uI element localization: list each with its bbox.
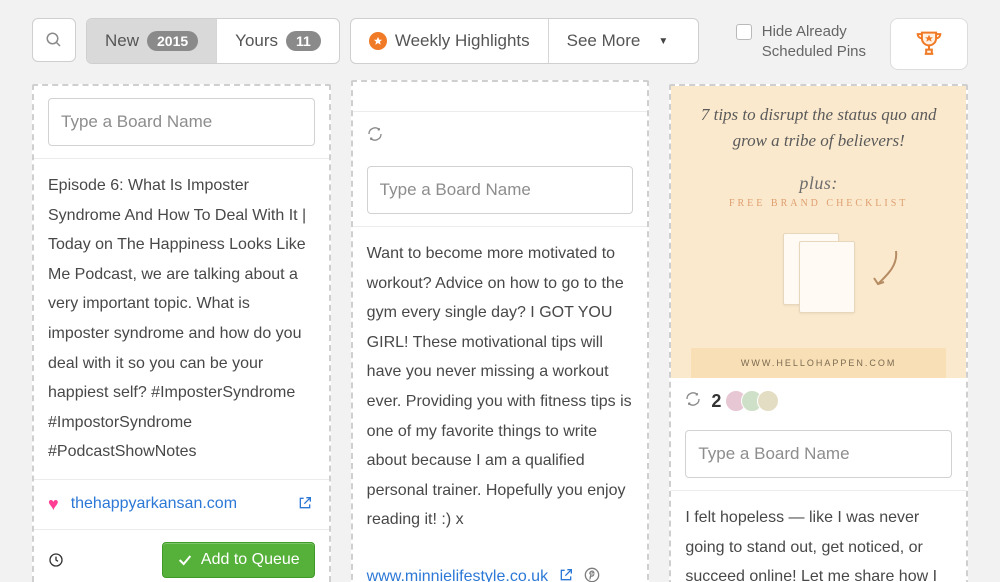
search-button[interactable] xyxy=(32,18,76,62)
repin-avatars xyxy=(731,390,779,412)
pin-source-row: ♥ thehappyarkansan.com xyxy=(34,479,329,530)
star-icon xyxy=(369,32,387,50)
tab-new[interactable]: New 2015 xyxy=(87,19,217,63)
tab-yours-label: Yours xyxy=(235,31,278,51)
tab-yours-badge: 11 xyxy=(286,31,321,51)
refresh-row xyxy=(353,112,648,154)
external-link-icon[interactable] xyxy=(558,567,574,582)
add-to-queue-button[interactable]: Add to Queue xyxy=(162,542,315,578)
pin-description: Want to become more motivated to workout… xyxy=(353,227,648,547)
pinterest-icon[interactable] xyxy=(584,567,600,582)
pin-card: 7 tips to disrupt the status quo and gro… xyxy=(669,84,968,582)
tab-weekly-highlights[interactable]: Weekly Highlights xyxy=(351,19,549,63)
tab-new-badge: 2015 xyxy=(147,31,198,51)
checkbox-icon[interactable] xyxy=(736,24,752,40)
promo-plus: plus: xyxy=(799,173,838,194)
external-link-icon[interactable] xyxy=(297,495,315,513)
promo-subtitle: FREE BRAND CHECKLIST xyxy=(729,198,908,209)
board-name-input[interactable] xyxy=(367,166,634,214)
search-icon xyxy=(45,31,63,49)
pin-description: I felt hopeless — like I was never going… xyxy=(671,491,966,582)
pin-source-link[interactable]: www.minnielifestyle.co.uk xyxy=(367,568,548,582)
pin-description: Episode 6: What Is Imposter Syndrome And… xyxy=(34,159,329,479)
refresh-icon[interactable] xyxy=(367,126,383,146)
board-name-input[interactable] xyxy=(685,430,952,478)
pin-card: Episode 6: What Is Imposter Syndrome And… xyxy=(32,84,331,582)
hide-scheduled-label: Hide Already Scheduled Pins xyxy=(762,22,866,61)
clock-icon[interactable] xyxy=(48,552,64,568)
promo-headline: 7 tips to disrupt the status quo and gro… xyxy=(691,102,946,153)
refresh-icon[interactable] xyxy=(685,391,701,411)
tab-see-more[interactable]: See More ▼ xyxy=(549,19,699,63)
trophy-button[interactable] xyxy=(890,18,968,70)
pin-source-link[interactable]: thehappyarkansan.com xyxy=(71,495,237,513)
top-bar: New 2015 Yours 11 Weekly Highlights See … xyxy=(0,0,1000,84)
repin-count: 2 xyxy=(711,391,721,412)
cards-row: Episode 6: What Is Imposter Syndrome And… xyxy=(0,84,1000,582)
hide-scheduled-toggle[interactable]: Hide Already Scheduled Pins xyxy=(736,22,866,61)
check-icon xyxy=(177,552,193,568)
heart-icon: ♥ xyxy=(48,494,59,515)
pin-footer: Add to Queue xyxy=(34,530,329,582)
trophy-icon xyxy=(912,27,946,61)
pin-image-preview: 7 tips to disrupt the status quo and gro… xyxy=(671,86,966,378)
tab-yours[interactable]: Yours 11 xyxy=(217,19,339,63)
avatar xyxy=(757,390,779,412)
extra-tabs: Weekly Highlights See More ▼ xyxy=(350,18,699,64)
tab-new-label: New xyxy=(105,31,139,51)
checklist-graphic xyxy=(783,233,855,313)
chevron-down-icon: ▼ xyxy=(658,36,668,47)
arrow-icon xyxy=(866,246,906,296)
tab-see-more-label: See More xyxy=(567,31,641,51)
pin-meta-row: 2 xyxy=(671,378,966,418)
pin-card: Want to become more motivated to workout… xyxy=(351,80,650,582)
pin-source-row: www.minnielifestyle.co.uk xyxy=(353,547,648,582)
promo-site: WWW.HELLOHAPPEN.COM xyxy=(691,348,946,378)
add-to-queue-label: Add to Queue xyxy=(201,551,300,569)
filter-tabs: New 2015 Yours 11 xyxy=(86,18,340,64)
tab-highlights-label: Weekly Highlights xyxy=(395,31,530,51)
board-name-input[interactable] xyxy=(48,98,315,146)
